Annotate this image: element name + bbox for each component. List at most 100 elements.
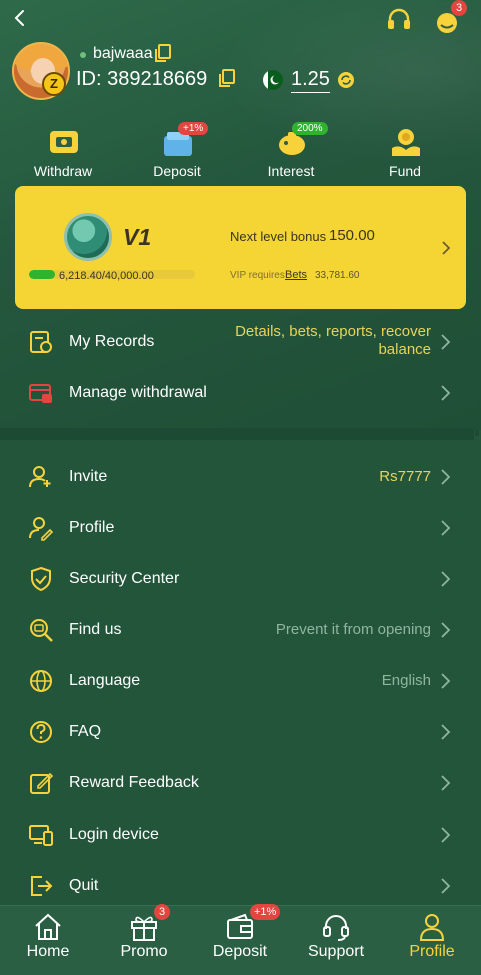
nav-label: Home	[26, 943, 70, 960]
menu-item-login-device[interactable]: Login device	[0, 810, 481, 860]
menu-value: Rs7777	[379, 468, 431, 485]
menu-item-reward-feedback[interactable]: Reward Feedback	[0, 758, 481, 808]
vip-mini-badge: Z	[42, 72, 66, 96]
next-level-bonus-value: 150.00	[329, 227, 375, 244]
nav-label: Support	[307, 943, 365, 960]
menu-label: Quit	[69, 877, 99, 894]
deposit-label: Deposit	[153, 163, 201, 179]
section-divider	[0, 428, 474, 440]
find-us-icon	[30, 619, 53, 642]
chevron-right-icon	[442, 241, 451, 255]
username: bajwaaa	[93, 45, 153, 62]
chevron-right-icon	[441, 878, 451, 894]
menu-item-manage-withdrawal[interactable]: Manage withdrawal	[0, 368, 481, 418]
menu-label: Find us	[69, 621, 122, 638]
back-arrow-icon[interactable]	[10, 8, 30, 28]
refresh-balance-icon[interactable]	[337, 71, 355, 89]
deposit-bonus-badge: +1%	[250, 904, 281, 920]
withdraw-button[interactable]: Withdraw	[18, 120, 108, 182]
nav-deposit[interactable]: +1% Deposit	[192, 904, 288, 975]
menu-label: FAQ	[69, 723, 102, 740]
menu-item-my-records[interactable]: My Records Details, bets, reports, recov…	[0, 317, 481, 367]
pakistan-flag-icon	[263, 70, 283, 90]
globe-icon	[30, 670, 52, 692]
nav-support[interactable]: Support	[288, 906, 384, 975]
menu-value: Prevent it from opening	[275, 621, 431, 638]
nav-home[interactable]: Home	[0, 906, 96, 975]
copy-username-icon[interactable]	[155, 44, 171, 62]
fund-icon	[392, 129, 420, 156]
menu-label: Invite	[69, 468, 108, 485]
home-icon	[35, 913, 61, 940]
logout-icon	[31, 876, 53, 896]
chevron-right-icon	[441, 827, 451, 843]
vip-requires-label: VIP requires	[230, 270, 285, 281]
vip-card[interactable]: V1 Next level bonus 150.00 6,218.40/40,0…	[15, 186, 466, 309]
question-icon	[30, 721, 52, 743]
chevron-right-icon	[441, 571, 451, 587]
menu-label: Profile	[69, 519, 115, 536]
top-bar: 3	[0, 0, 481, 40]
menu-item-invite[interactable]: Invite Rs7777	[0, 452, 481, 502]
chevron-right-icon	[441, 724, 451, 740]
withdraw-label: Withdraw	[33, 163, 93, 179]
menu-label: Language	[69, 672, 141, 689]
chevron-right-icon	[441, 520, 451, 536]
chevron-right-icon	[441, 469, 451, 485]
bottom-nav: Home 3 Promo +1% Deposit Support Profile	[0, 904, 481, 975]
vip-progress-fill	[29, 270, 55, 279]
menu-item-find-us[interactable]: Find us Prevent it from opening	[0, 605, 481, 655]
menu-item-faq[interactable]: FAQ	[0, 707, 481, 757]
scrollbar[interactable]	[475, 430, 479, 436]
menu-label: Reward Feedback	[69, 774, 199, 791]
records-icon	[30, 331, 52, 353]
nav-label: Deposit	[212, 943, 268, 960]
shield-check-icon	[31, 566, 51, 592]
headset-icon	[323, 915, 349, 941]
fund-label: Fund	[389, 163, 421, 179]
vip-requires-bets-link[interactable]: Bets	[285, 269, 307, 281]
online-status-dot	[80, 52, 86, 58]
chevron-right-icon	[441, 334, 451, 350]
interest-button[interactable]: 200% Interest	[246, 120, 336, 182]
menu-value: Details, bets, reports, recover balance	[235, 323, 431, 358]
copy-id-icon[interactable]	[219, 69, 235, 87]
vip-medal-icon	[64, 213, 112, 261]
withdraw-icon	[50, 131, 78, 153]
nav-label: Profile	[409, 943, 455, 960]
chevron-right-icon	[441, 775, 451, 791]
invite-icon	[29, 466, 51, 488]
interest-rate-tag: 200%	[292, 122, 328, 135]
messages-button[interactable]: 3	[435, 0, 467, 35]
chevron-right-icon	[441, 385, 451, 401]
fund-button[interactable]: Fund	[360, 120, 450, 182]
chevron-right-icon	[441, 622, 451, 638]
deposit-bonus-tag: +1%	[178, 122, 209, 135]
interest-label: Interest	[267, 163, 315, 179]
menu-label: Manage withdrawal	[69, 384, 207, 401]
wallet-balance: 1.25	[291, 68, 330, 93]
nav-promo[interactable]: 3 Promo	[96, 904, 192, 975]
devices-icon	[29, 825, 53, 846]
nav-profile[interactable]: Profile	[384, 906, 480, 975]
profile-edit-icon	[29, 517, 54, 541]
feedback-icon	[30, 772, 54, 794]
nav-label: Promo	[120, 943, 168, 960]
deposit-button[interactable]: +1% Deposit	[132, 120, 222, 182]
vip-progress-text: 6,218.40/40,000.00	[59, 270, 154, 282]
promo-badge: 3	[154, 904, 170, 920]
withdrawal-card-icon	[29, 384, 52, 403]
notification-badge: 3	[451, 0, 467, 16]
menu-item-security-center[interactable]: Security Center	[0, 554, 481, 604]
vip-requires-value: 33,781.60	[315, 270, 360, 281]
support-headset-icon[interactable]	[386, 7, 412, 33]
menu-label: Security Center	[69, 570, 180, 587]
chevron-right-icon	[441, 673, 451, 689]
person-icon	[419, 914, 445, 941]
menu-item-quit[interactable]: Quit	[0, 861, 481, 911]
user-id: ID: 389218669	[76, 68, 208, 90]
menu-label: Login device	[69, 826, 159, 843]
menu-item-profile[interactable]: Profile	[0, 503, 481, 553]
menu-item-language[interactable]: Language English	[0, 656, 481, 706]
next-level-bonus-label: Next level bonus	[230, 229, 327, 244]
